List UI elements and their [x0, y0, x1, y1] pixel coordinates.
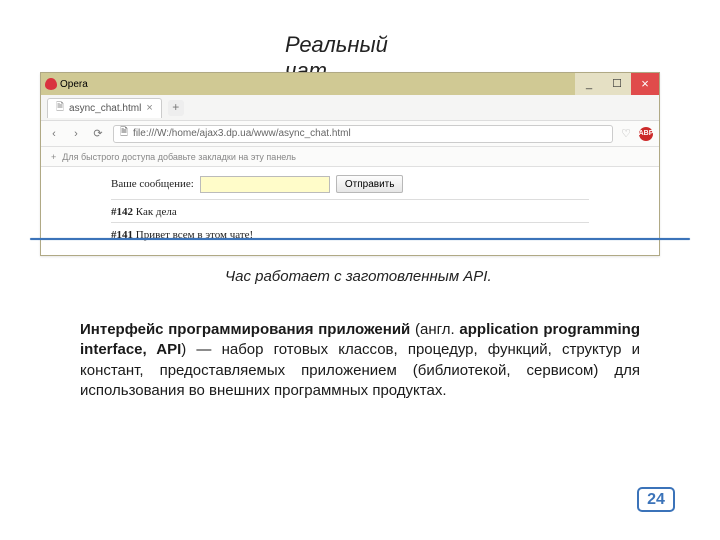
- term-bold: Интерфейс программирования приложений: [80, 321, 410, 338]
- browser-window: Opera _ ☐ × 🗎 async_chat.html × + ‹ › ⟳ …: [40, 72, 660, 256]
- address-bar: ‹ › ⟳ 🗎 file:///W:/home/ajax3.dp.ua/www/…: [41, 121, 659, 147]
- msg-id: #142: [111, 206, 133, 218]
- tab-async-chat[interactable]: 🗎 async_chat.html ×: [47, 98, 162, 118]
- url-input[interactable]: 🗎 file:///W:/home/ajax3.dp.ua/www/async_…: [113, 125, 613, 143]
- favorite-icon[interactable]: ♡: [621, 127, 631, 140]
- paren-open: (англ.: [410, 321, 459, 338]
- section-divider: [30, 238, 690, 240]
- tab-title: async_chat.html: [69, 103, 141, 114]
- title-line1: Реальный: [285, 32, 388, 58]
- message-label: Ваше сообщение:: [111, 178, 194, 190]
- page-content: Ваше сообщение: Отправить #142 Как дела …: [41, 167, 659, 255]
- chat-message: #142 Как дела: [111, 206, 589, 218]
- browser-brand: Opera: [45, 78, 88, 90]
- tab-strip: 🗎 async_chat.html × +: [41, 95, 659, 121]
- new-tab-button[interactable]: +: [168, 100, 184, 116]
- abp-badge[interactable]: ABP: [639, 127, 653, 141]
- bookmarks-bar: + Для быстрого доступа добавьте закладки…: [41, 147, 659, 167]
- document-icon: 🗎: [56, 100, 64, 117]
- brand-text: Opera: [60, 79, 88, 90]
- page-number: 24: [637, 487, 675, 512]
- send-button[interactable]: Отправить: [336, 175, 404, 193]
- add-bookmark-button[interactable]: +: [51, 152, 56, 162]
- bookmark-hint: Для быстрого доступа добавьте закладки н…: [62, 152, 296, 162]
- window-controls: _ ☐ ×: [575, 73, 659, 95]
- file-icon: 🗎: [120, 125, 128, 142]
- url-text: file:///W:/home/ajax3.dp.ua/www/async_ch…: [133, 128, 351, 139]
- subtitle: Час работает с заготовленным API.: [225, 268, 555, 287]
- divider-line: [111, 199, 589, 200]
- msg-text: Как дела: [133, 206, 177, 218]
- tab-close-icon[interactable]: ×: [146, 102, 152, 114]
- opera-icon: [45, 78, 57, 90]
- minimize-button[interactable]: _: [575, 73, 603, 95]
- maximize-button[interactable]: ☐: [603, 73, 631, 95]
- divider-line: [111, 222, 589, 223]
- close-window-button[interactable]: ×: [631, 73, 659, 95]
- forward-button[interactable]: ›: [69, 128, 83, 140]
- chat-form: Ваше сообщение: Отправить: [111, 175, 589, 193]
- reload-button[interactable]: ⟳: [91, 127, 105, 140]
- message-input[interactable]: [200, 176, 330, 193]
- back-button[interactable]: ‹: [47, 128, 61, 140]
- definition-text: Интерфейс программирования приложений (а…: [80, 320, 640, 401]
- browser-titlebar: Opera _ ☐ ×: [41, 73, 659, 95]
